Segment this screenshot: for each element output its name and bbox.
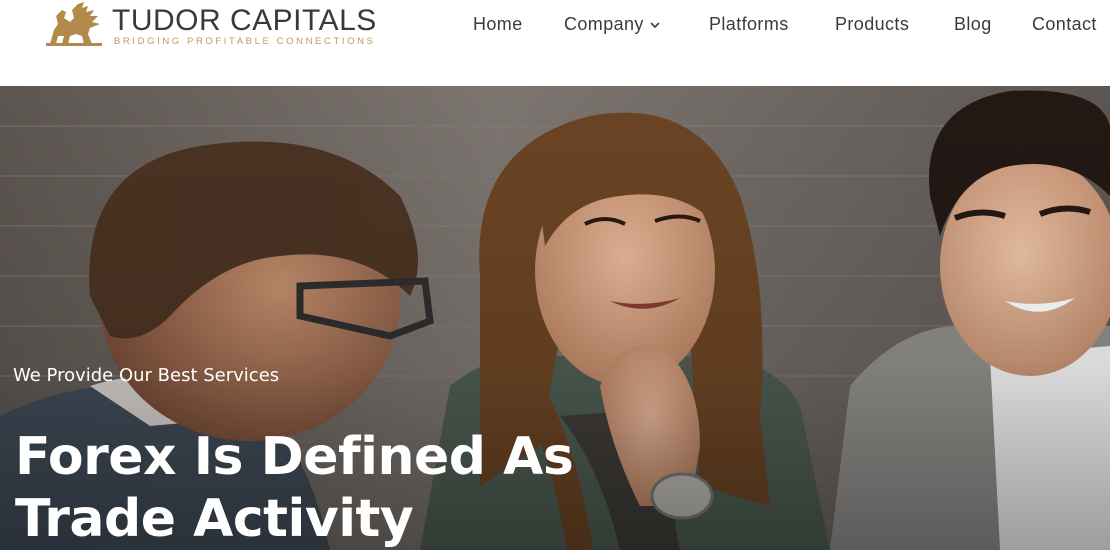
- nav-item-products[interactable]: Products: [835, 12, 909, 36]
- hero-title-line: Forex Is Defined As: [15, 427, 574, 487]
- nav-item-home[interactable]: Home: [473, 12, 523, 36]
- chevron-down-icon: [650, 22, 660, 28]
- nav-item-platforms[interactable]: Platforms: [709, 12, 789, 36]
- brand-name: TUDOR CAPITALS: [112, 4, 377, 37]
- nav-item-company[interactable]: Company: [564, 12, 660, 36]
- site-header: TUDOR CAPITALS BRIDGING PROFITABLE CONNE…: [0, 0, 1110, 86]
- brand-tagline: BRIDGING PROFITABLE CONNECTIONS: [114, 36, 376, 47]
- hero-eyebrow: We Provide Our Best Services: [13, 365, 280, 386]
- nav-item-label: Company: [564, 14, 644, 34]
- hero-title-line: Trade Activity: [15, 489, 414, 549]
- hero-title: Forex Is Defined As Trade Activity: [15, 426, 574, 550]
- brand-logo[interactable]: TUDOR CAPITALS BRIDGING PROFITABLE CONNE…: [44, 0, 377, 50]
- nav-item-blog[interactable]: Blog: [954, 12, 992, 36]
- hero-banner: We Provide Our Best Services Forex Is De…: [0, 86, 1110, 550]
- griffin-icon: [46, 2, 102, 46]
- nav-item-contact[interactable]: Contact: [1032, 12, 1097, 36]
